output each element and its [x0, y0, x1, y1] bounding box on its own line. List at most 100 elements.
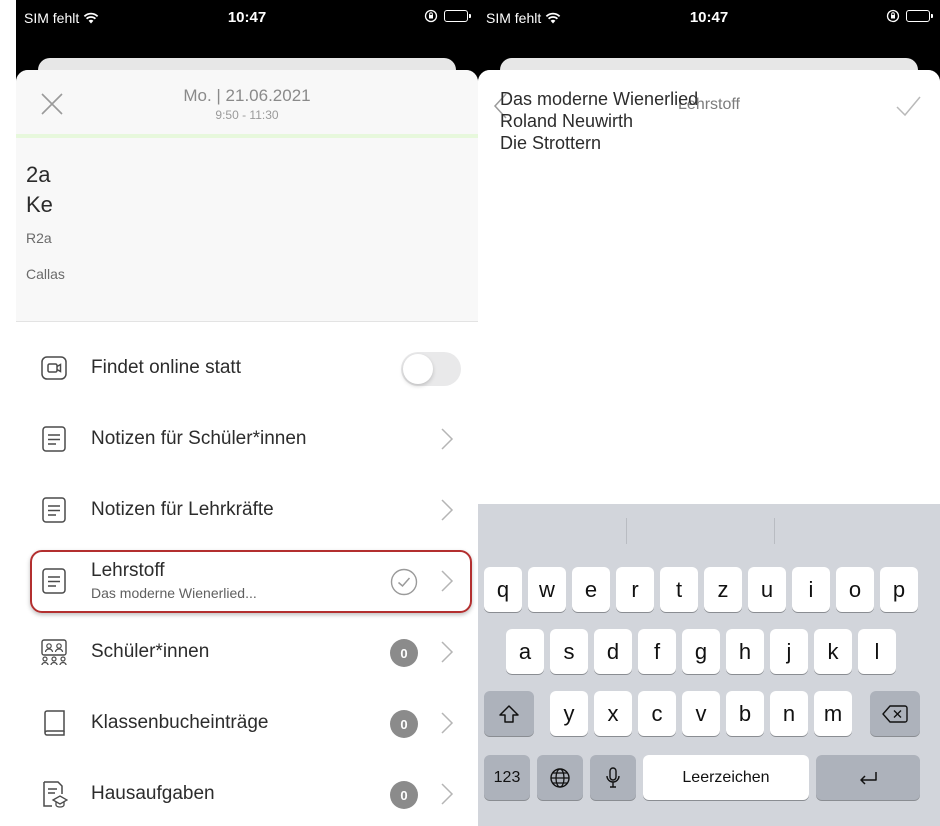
chevron-right-icon [440, 640, 454, 664]
teacher-notes-label: Notizen für Lehrkräfte [91, 498, 274, 520]
microphone-icon [606, 766, 620, 788]
clock: 10:47 [689, 9, 729, 26]
menu-text: Notizen für Lehrkräfte [91, 499, 388, 521]
room-name: R2a [26, 230, 52, 246]
key-j[interactable]: j [770, 629, 808, 674]
suggestion-divider [774, 518, 775, 544]
return-key[interactable] [816, 755, 920, 800]
globe-key[interactable] [537, 755, 583, 800]
shift-icon [499, 704, 519, 723]
key-u[interactable]: u [748, 567, 786, 612]
lesson-info: 2a Ke R2a Callas [16, 138, 478, 322]
class-register-item[interactable]: Klassenbucheinträge 0 [16, 687, 478, 758]
orientation-lock-icon [886, 9, 900, 23]
return-icon [860, 771, 877, 785]
key-i[interactable]: i [792, 567, 830, 612]
lesson-header: Mo. | 21.06.2021 9:50 - 11:30 [16, 70, 478, 138]
students-icon [40, 638, 68, 666]
lehrstoff-text-input[interactable]: Das moderne Wienerlied Roland Neuwirth D… [500, 88, 918, 428]
key-d[interactable]: d [594, 629, 632, 674]
key-o[interactable]: o [836, 567, 874, 612]
backspace-icon [882, 704, 908, 723]
key-t[interactable]: t [660, 567, 698, 612]
homework-item[interactable]: Hausaufgaben 0 [16, 758, 478, 826]
students-item[interactable]: Schüler*innen 0 [16, 616, 478, 687]
book-icon [40, 709, 68, 737]
key-s[interactable]: s [550, 629, 588, 674]
menu-text: Klassenbucheinträge [91, 712, 388, 734]
chevron-right-icon [440, 569, 454, 593]
key-x[interactable]: x [594, 691, 632, 736]
toggle-knob [403, 354, 433, 384]
note-icon [40, 567, 68, 595]
menu-text: Notizen für Schüler*innen [91, 428, 388, 450]
backspace-key[interactable] [870, 691, 920, 736]
menu-text: Lehrstoff Das moderne Wienerlied... [91, 560, 388, 601]
key-g[interactable]: g [682, 629, 720, 674]
status-bar: SIM fehlt 10:47 [478, 0, 940, 34]
key-v[interactable]: v [682, 691, 720, 736]
suggestion-divider [626, 518, 627, 544]
status-indicators [886, 9, 933, 23]
student-notes-item[interactable]: Notizen für Schüler*innen [16, 403, 478, 474]
key-r[interactable]: r [616, 567, 654, 612]
lesson-sheet: Mo. | 21.06.2021 9:50 - 11:30 2a Ke R2a … [16, 70, 478, 826]
chevron-right-icon [440, 498, 454, 522]
teacher-name: Ke [26, 192, 53, 217]
homework-label: Hausaufgaben [91, 782, 215, 804]
key-a[interactable]: a [506, 629, 544, 674]
students-label: Schüler*innen [91, 640, 210, 662]
numbers-key[interactable]: 123 [484, 755, 530, 800]
class-name: 2a [26, 162, 51, 187]
lehrstoff-label: Lehrstoff [91, 560, 165, 581]
status-bar: SIM fehlt 10:47 [16, 0, 478, 34]
shift-key[interactable] [484, 691, 534, 736]
student-notes-label: Notizen für Schüler*innen [91, 427, 307, 449]
lesson-time: 9:50 - 11:30 [215, 108, 279, 122]
check-circle-icon [390, 568, 418, 596]
key-c[interactable]: c [638, 691, 676, 736]
note-icon [40, 496, 68, 524]
lehrstoff-edit-screen: SIM fehlt 10:47 Lehrstoff Das moderne Wi… [478, 0, 940, 826]
menu-text: Schüler*innen [91, 641, 388, 663]
key-l[interactable]: l [858, 629, 896, 674]
key-w[interactable]: w [528, 567, 566, 612]
status-indicators [424, 9, 471, 23]
key-z[interactable]: z [704, 567, 742, 612]
key-n[interactable]: n [770, 691, 808, 736]
chevron-right-icon [440, 782, 454, 806]
lehrstoff-item[interactable]: Lehrstoff Das moderne Wienerlied... [16, 545, 478, 616]
key-y[interactable]: y [550, 691, 588, 736]
chevron-right-icon [440, 427, 454, 451]
space-key[interactable]: Leerzeichen [643, 755, 809, 800]
class-register-count-badge: 0 [390, 710, 418, 738]
homework-count-badge: 0 [390, 781, 418, 809]
key-m[interactable]: m [814, 691, 852, 736]
key-q[interactable]: q [484, 567, 522, 612]
lesson-detail-screen: SIM fehlt 10:47 Mo. | 21.06.2021 9:50 - … [16, 0, 478, 826]
lesson-menu: Findet online statt Notizen für Schüler*… [16, 322, 478, 826]
online-toggle-row[interactable]: Findet online statt [16, 332, 478, 403]
key-b[interactable]: b [726, 691, 764, 736]
key-f[interactable]: f [638, 629, 676, 674]
class-register-label: Klassenbucheinträge [91, 711, 269, 733]
key-h[interactable]: h [726, 629, 764, 674]
menu-text: Hausaufgaben [91, 783, 388, 805]
homework-icon [40, 780, 68, 808]
menu-text: Findet online statt [91, 357, 388, 379]
key-k[interactable]: k [814, 629, 852, 674]
orientation-lock-icon [424, 9, 438, 23]
dictation-key[interactable] [590, 755, 636, 800]
battery-icon [906, 10, 933, 22]
online-toggle[interactable] [401, 352, 461, 386]
battery-icon [444, 10, 471, 22]
key-e[interactable]: e [572, 567, 610, 612]
onscreen-keyboard: q w e r t z u i o p a s d f g h j k l y … [478, 504, 940, 826]
suggestion-bar [478, 504, 940, 560]
teacher-notes-item[interactable]: Notizen für Lehrkräfte [16, 474, 478, 545]
chevron-right-icon [440, 711, 454, 735]
clock: 10:47 [227, 9, 267, 26]
note-icon [40, 425, 68, 453]
lesson-date: Mo. | 21.06.2021 [183, 86, 311, 105]
key-p[interactable]: p [880, 567, 918, 612]
